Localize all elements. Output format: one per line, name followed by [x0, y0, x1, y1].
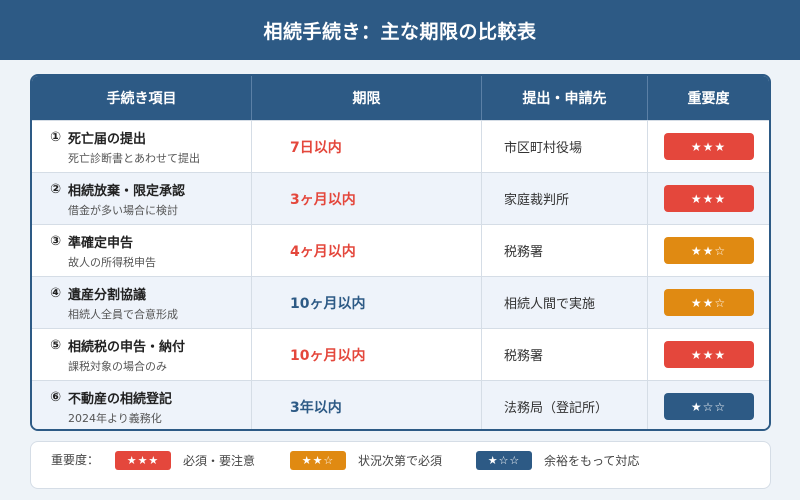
importance-badge: ★☆☆ — [663, 393, 754, 420]
office-cell: 法務局（登記所） — [482, 381, 648, 429]
legend-item-low: ★☆☆ 余裕をもって対応 — [476, 451, 639, 470]
legend-badge: ★★☆ — [290, 451, 346, 470]
procedure-name: 相続税の申告・納付 — [68, 339, 186, 355]
table-row: ⑤ 相続税の申告・納付 課税対象の場合のみ 10ヶ月以内 税務署 ★★★ — [32, 328, 769, 380]
column-header-procedure: 手続き項目 — [32, 76, 252, 120]
procedure-cell: ③ 準確定申告 故人の所得税申告 — [32, 225, 252, 276]
procedure-cell: ⑥ 不動産の相続登記 2024年より義務化 — [32, 381, 252, 429]
legend-item-medium: ★★☆ 状況次第で必須 — [290, 451, 442, 470]
importance-cell: ★★★ — [648, 173, 769, 224]
table-row: ① 死亡届の提出 死亡診断書とあわせて提出 7日以内 市区町村役場 ★★★ — [32, 120, 769, 172]
deadline-cell: 3ヶ月以内 — [252, 173, 482, 224]
procedure-note: 課税対象の場合のみ — [68, 359, 167, 373]
table-row: ② 相続放棄・限定承認 借金が多い場合に検討 3ヶ月以内 家庭裁判所 ★★★ — [32, 172, 769, 224]
column-header-importance: 重要度 — [687, 91, 730, 107]
deadline-cell: 10ヶ月以内 — [252, 329, 482, 380]
procedure-number: ② — [50, 181, 62, 197]
procedure-number: ③ — [50, 233, 62, 249]
importance-cell: ★★★ — [648, 329, 769, 380]
table-header-row: 手続き項目 期限 提出・申請先 重要度 — [32, 76, 769, 120]
procedure-name: 不動産の相続登記 — [68, 391, 173, 407]
page-title: 相続手続き：主な期限の比較表 — [263, 20, 537, 43]
procedure-note: 相続人全員で合意形成 — [68, 307, 178, 321]
procedure-number: ⑥ — [50, 389, 62, 405]
column-header-office: 提出・申請先 — [482, 76, 648, 120]
importance-cell: ★★☆ — [648, 225, 769, 276]
office-cell: 税務署 — [482, 225, 648, 276]
table-row: ④ 遺産分割協議 相続人全員で合意形成 10ヶ月以内 相続人間で実施 ★★☆ — [32, 276, 769, 328]
legend-label: 重要度： — [51, 453, 100, 467]
importance-cell: ★★☆ — [648, 277, 769, 328]
procedure-cell: ④ 遺産分割協議 相続人全員で合意形成 — [32, 277, 252, 328]
legend-text: 必須・要注意 — [183, 454, 256, 468]
procedure-number: ④ — [50, 285, 62, 301]
table-row: ③ 準確定申告 故人の所得税申告 4ヶ月以内 税務署 ★★☆ — [32, 224, 769, 276]
deadline-cell: 3年以内 — [252, 381, 482, 429]
importance-badge: ★★★ — [663, 341, 754, 368]
procedure-name: 遺産分割協議 — [68, 287, 147, 303]
deadline-cell: 4ヶ月以内 — [252, 225, 482, 276]
procedure-name: 準確定申告 — [68, 235, 134, 251]
office-cell: 市区町村役場 — [482, 121, 648, 172]
legend-text: 状況次第で必須 — [358, 454, 443, 468]
procedure-number: ⑤ — [50, 337, 62, 353]
page-header: 相続手続き：主な期限の比較表 — [0, 0, 800, 60]
office-cell: 税務署 — [482, 329, 648, 380]
office-cell: 相続人間で実施 — [482, 277, 648, 328]
procedure-note: 2024年より義務化 — [68, 411, 162, 425]
importance-cell: ★☆☆ — [648, 381, 769, 429]
legend-item-high: ★★★ 必須・要注意 — [115, 451, 255, 470]
importance-badge: ★★★ — [663, 133, 754, 160]
procedure-name: 相続放棄・限定承認 — [68, 183, 186, 199]
legend-badge: ★☆☆ — [476, 451, 532, 470]
importance-badge: ★★★ — [663, 185, 754, 212]
procedure-cell: ② 相続放棄・限定承認 借金が多い場合に検討 — [32, 173, 252, 224]
procedure-number: ① — [50, 129, 62, 145]
procedure-note: 死亡診断書とあわせて提出 — [68, 151, 200, 165]
importance-badge: ★★☆ — [663, 289, 754, 316]
deadline-table: 手続き項目 期限 提出・申請先 重要度 ① 死亡届の提出 死亡診断書とあわせて提出… — [30, 74, 771, 431]
column-header-deadline: 期限 — [252, 76, 482, 120]
procedure-note: 故人の所得税申告 — [68, 255, 156, 269]
procedure-cell: ① 死亡届の提出 死亡診断書とあわせて提出 — [32, 121, 252, 172]
procedure-cell: ⑤ 相続税の申告・納付 課税対象の場合のみ — [32, 329, 252, 380]
importance-badge: ★★☆ — [663, 237, 754, 264]
importance-legend: 重要度： ★★★ 必須・要注意 ★★☆ 状況次第で必須 ★☆☆ 余裕をもって対応 — [30, 441, 771, 489]
procedure-name: 死亡届の提出 — [68, 131, 147, 147]
legend-text: 余裕をもって対応 — [544, 454, 640, 468]
importance-cell: ★★★ — [648, 121, 769, 172]
procedure-note: 借金が多い場合に検討 — [68, 203, 178, 217]
deadline-cell: 10ヶ月以内 — [252, 277, 482, 328]
deadline-cell: 7日以内 — [252, 121, 482, 172]
office-cell: 家庭裁判所 — [482, 173, 648, 224]
legend-badge: ★★★ — [115, 451, 171, 470]
table-row: ⑥ 不動産の相続登記 2024年より義務化 3年以内 法務局（登記所） ★☆☆ — [32, 380, 769, 429]
